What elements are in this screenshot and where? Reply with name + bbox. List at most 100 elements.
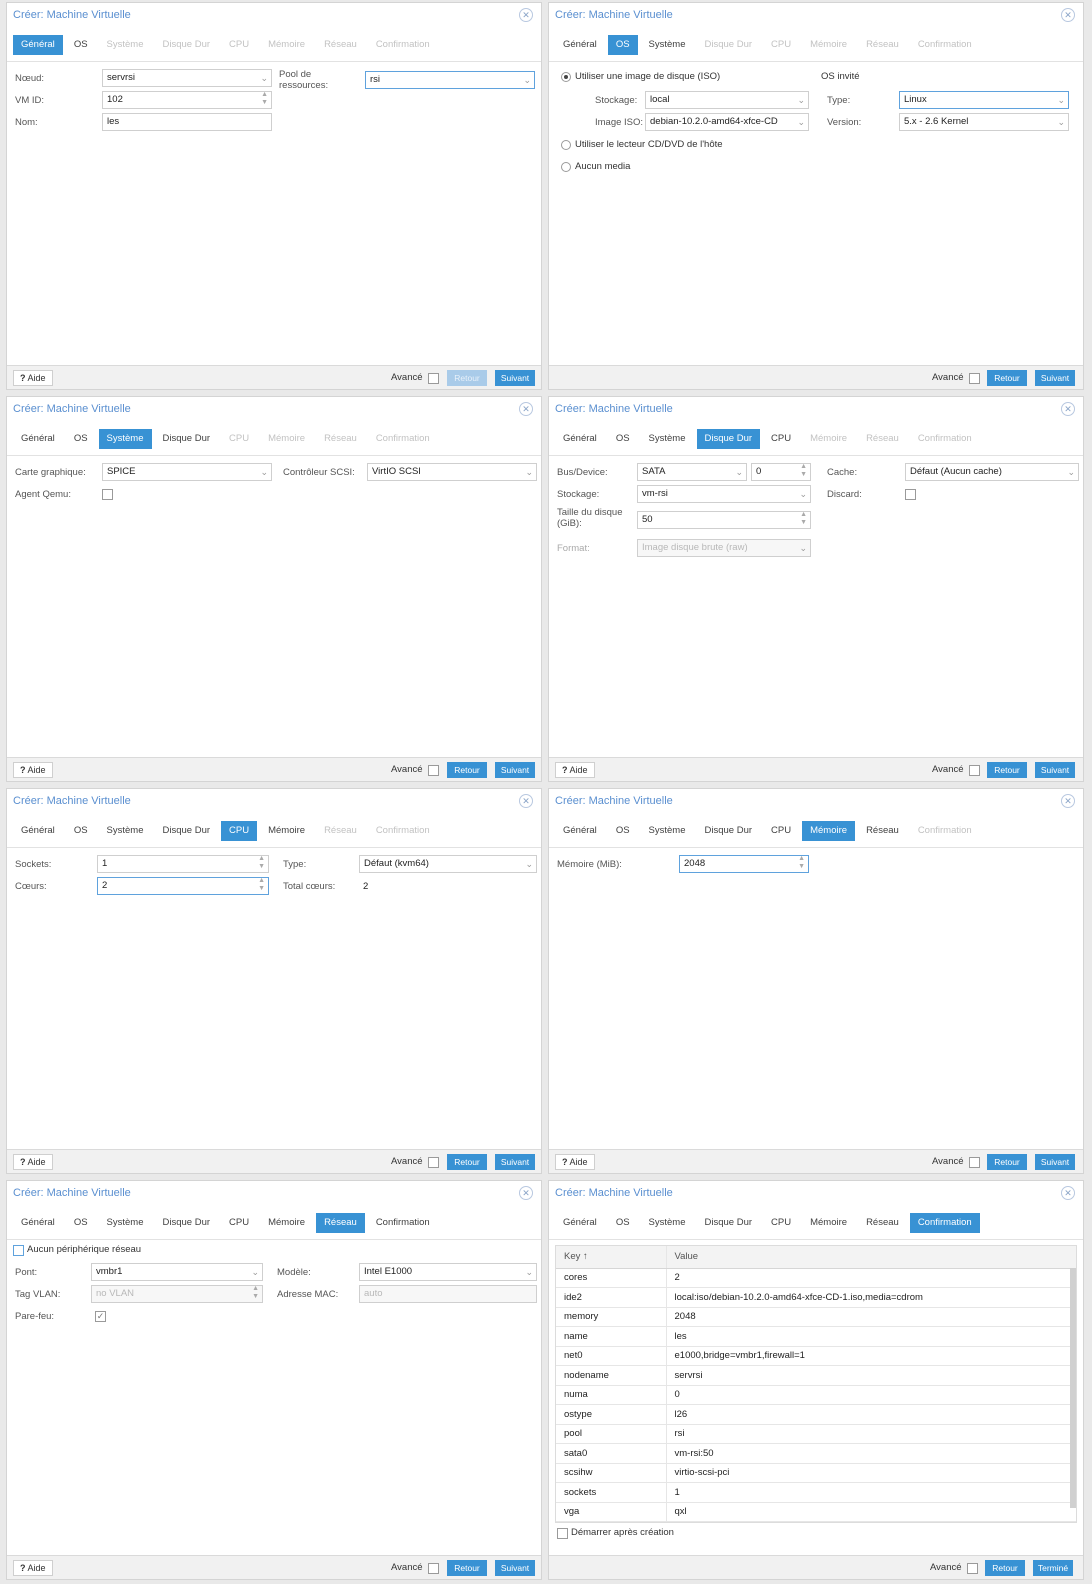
table-row[interactable]: numa 0: [556, 1385, 1076, 1405]
tab-general[interactable]: Général: [13, 429, 63, 449]
tab-cpu[interactable]: CPU: [763, 1213, 799, 1233]
next-button[interactable]: Suivant: [1035, 762, 1075, 778]
no-network-checkbox[interactable]: [13, 1245, 24, 1256]
tab-general[interactable]: Général: [555, 35, 605, 55]
close-icon[interactable]: ✕: [1061, 1186, 1075, 1200]
help-button[interactable]: ? Aide: [555, 762, 595, 778]
tab-confirmation[interactable]: Confirmation: [368, 35, 438, 55]
tab-system[interactable]: Système: [641, 1213, 694, 1233]
tab-network[interactable]: Réseau: [316, 1213, 365, 1233]
vlan-input[interactable]: no VLAN ▲ ▼: [91, 1285, 263, 1303]
advanced-checkbox[interactable]: [428, 373, 439, 384]
tab-disk[interactable]: Disque Dur: [155, 35, 219, 55]
close-icon[interactable]: ✕: [1061, 794, 1075, 808]
next-button[interactable]: Suivant: [495, 762, 535, 778]
table-row[interactable]: cores 2: [556, 1268, 1076, 1288]
tab-memory[interactable]: Mémoire: [260, 821, 313, 841]
tab-general[interactable]: Général: [13, 1213, 63, 1233]
tab-os[interactable]: OS: [66, 35, 96, 55]
disk-size-input[interactable]: 50 ▲ ▼: [637, 511, 811, 529]
table-row[interactable]: memory 2048: [556, 1307, 1076, 1327]
back-button[interactable]: Retour: [987, 762, 1027, 778]
pool-select[interactable]: rsi ⌄: [365, 71, 535, 89]
tab-disk[interactable]: Disque Dur: [155, 1213, 219, 1233]
table-row[interactable]: sata0 vm-rsi:50: [556, 1443, 1076, 1464]
memory-input[interactable]: 2048 ▲ ▼: [679, 855, 809, 873]
graphic-select[interactable]: SPICE ⌄: [102, 463, 272, 481]
cores-input[interactable]: 2 ▲ ▼: [97, 877, 269, 895]
spinner-icon[interactable]: ▲ ▼: [258, 878, 265, 893]
tab-os[interactable]: OS: [608, 1213, 638, 1233]
tab-general[interactable]: Général: [13, 821, 63, 841]
next-button[interactable]: Suivant: [495, 1154, 535, 1170]
no-media-radio[interactable]: [561, 162, 571, 172]
spinner-icon[interactable]: ▲ ▼: [800, 512, 807, 527]
scsi-select[interactable]: VirtIO SCSI ⌄: [367, 463, 537, 481]
help-button[interactable]: ? Aide: [555, 1154, 595, 1170]
tab-os[interactable]: OS: [608, 429, 638, 449]
table-row[interactable]: sockets 1: [556, 1482, 1076, 1503]
vmid-input[interactable]: 102 ▲ ▼: [102, 91, 272, 109]
back-button[interactable]: Retour: [987, 1154, 1027, 1170]
help-button[interactable]: ? Aide: [13, 762, 53, 778]
next-button[interactable]: Suivant: [495, 370, 535, 386]
advanced-checkbox[interactable]: [969, 1157, 980, 1168]
back-button[interactable]: Retour: [987, 370, 1027, 386]
tab-network[interactable]: Réseau: [316, 35, 365, 55]
tab-network[interactable]: Réseau: [858, 821, 907, 841]
help-button[interactable]: ? Aide: [13, 1154, 53, 1170]
table-row[interactable]: ostype l26: [556, 1404, 1076, 1425]
tab-disk[interactable]: Disque Dur: [697, 821, 761, 841]
model-select[interactable]: Intel E1000 ⌄: [359, 1263, 537, 1281]
tab-cpu[interactable]: CPU: [221, 821, 258, 841]
back-button[interactable]: Retour: [447, 762, 487, 778]
tab-disk[interactable]: Disque Dur: [696, 429, 761, 449]
table-row[interactable]: net0 e1000,bridge=vmbr1,firewall=1: [556, 1346, 1076, 1366]
sockets-input[interactable]: 1 ▲ ▼: [97, 855, 269, 873]
tab-confirmation[interactable]: Confirmation: [368, 1213, 438, 1233]
table-row[interactable]: scsihw virtio-scsi-pci: [556, 1463, 1076, 1483]
tab-network[interactable]: Réseau: [316, 429, 365, 449]
tab-memory[interactable]: Mémoire: [260, 429, 313, 449]
tab-general[interactable]: Général: [13, 35, 63, 55]
agent-checkbox[interactable]: [102, 489, 113, 500]
column-value[interactable]: Value: [666, 1246, 1076, 1269]
os-version-select[interactable]: 5.x - 2.6 Kernel ⌄: [899, 113, 1069, 131]
tab-memory[interactable]: Mémoire: [260, 1213, 313, 1233]
tab-general[interactable]: Général: [555, 429, 605, 449]
back-button[interactable]: Retour: [447, 370, 487, 386]
tab-disk[interactable]: Disque Dur: [697, 35, 761, 55]
back-button[interactable]: Retour: [447, 1560, 487, 1576]
tab-memory[interactable]: Mémoire: [802, 1213, 855, 1233]
scrollbar[interactable]: [1070, 1268, 1076, 1508]
tab-confirmation[interactable]: Confirmation: [909, 1213, 980, 1233]
back-button[interactable]: Retour: [447, 1154, 487, 1170]
tab-system[interactable]: Système: [99, 35, 152, 55]
use-iso-radio[interactable]: [561, 72, 571, 82]
tab-confirmation[interactable]: Confirmation: [910, 429, 980, 449]
help-button[interactable]: ? Aide: [13, 370, 53, 386]
close-icon[interactable]: ✕: [519, 1186, 533, 1200]
tab-network[interactable]: Réseau: [316, 821, 365, 841]
tab-memory[interactable]: Mémoire: [802, 821, 856, 841]
cpu-type-select[interactable]: Défaut (kvm64) ⌄: [359, 855, 537, 873]
table-row[interactable]: ide2 local:iso/debian-10.2.0-amd64-xfce-C…: [556, 1287, 1076, 1308]
tab-general[interactable]: Général: [555, 1213, 605, 1233]
tab-disk[interactable]: Disque Dur: [155, 821, 219, 841]
advanced-checkbox[interactable]: [969, 373, 980, 384]
tab-cpu[interactable]: CPU: [763, 821, 799, 841]
format-select[interactable]: Image disque brute (raw) ⌄: [637, 539, 811, 557]
advanced-checkbox[interactable]: [969, 765, 980, 776]
advanced-checkbox[interactable]: [967, 1563, 978, 1574]
close-icon[interactable]: ✕: [1061, 8, 1075, 22]
tab-os[interactable]: OS: [608, 821, 638, 841]
device-input[interactable]: 0 ▲ ▼: [751, 463, 811, 481]
next-button[interactable]: Suivant: [495, 1560, 535, 1576]
tab-network[interactable]: Réseau: [858, 35, 907, 55]
discard-checkbox[interactable]: [905, 489, 916, 500]
spinner-icon[interactable]: ▲ ▼: [798, 856, 805, 871]
advanced-checkbox[interactable]: [428, 1157, 439, 1168]
name-input[interactable]: les: [102, 113, 272, 131]
tab-system[interactable]: Système: [641, 35, 694, 55]
tab-cpu[interactable]: CPU: [763, 429, 799, 449]
